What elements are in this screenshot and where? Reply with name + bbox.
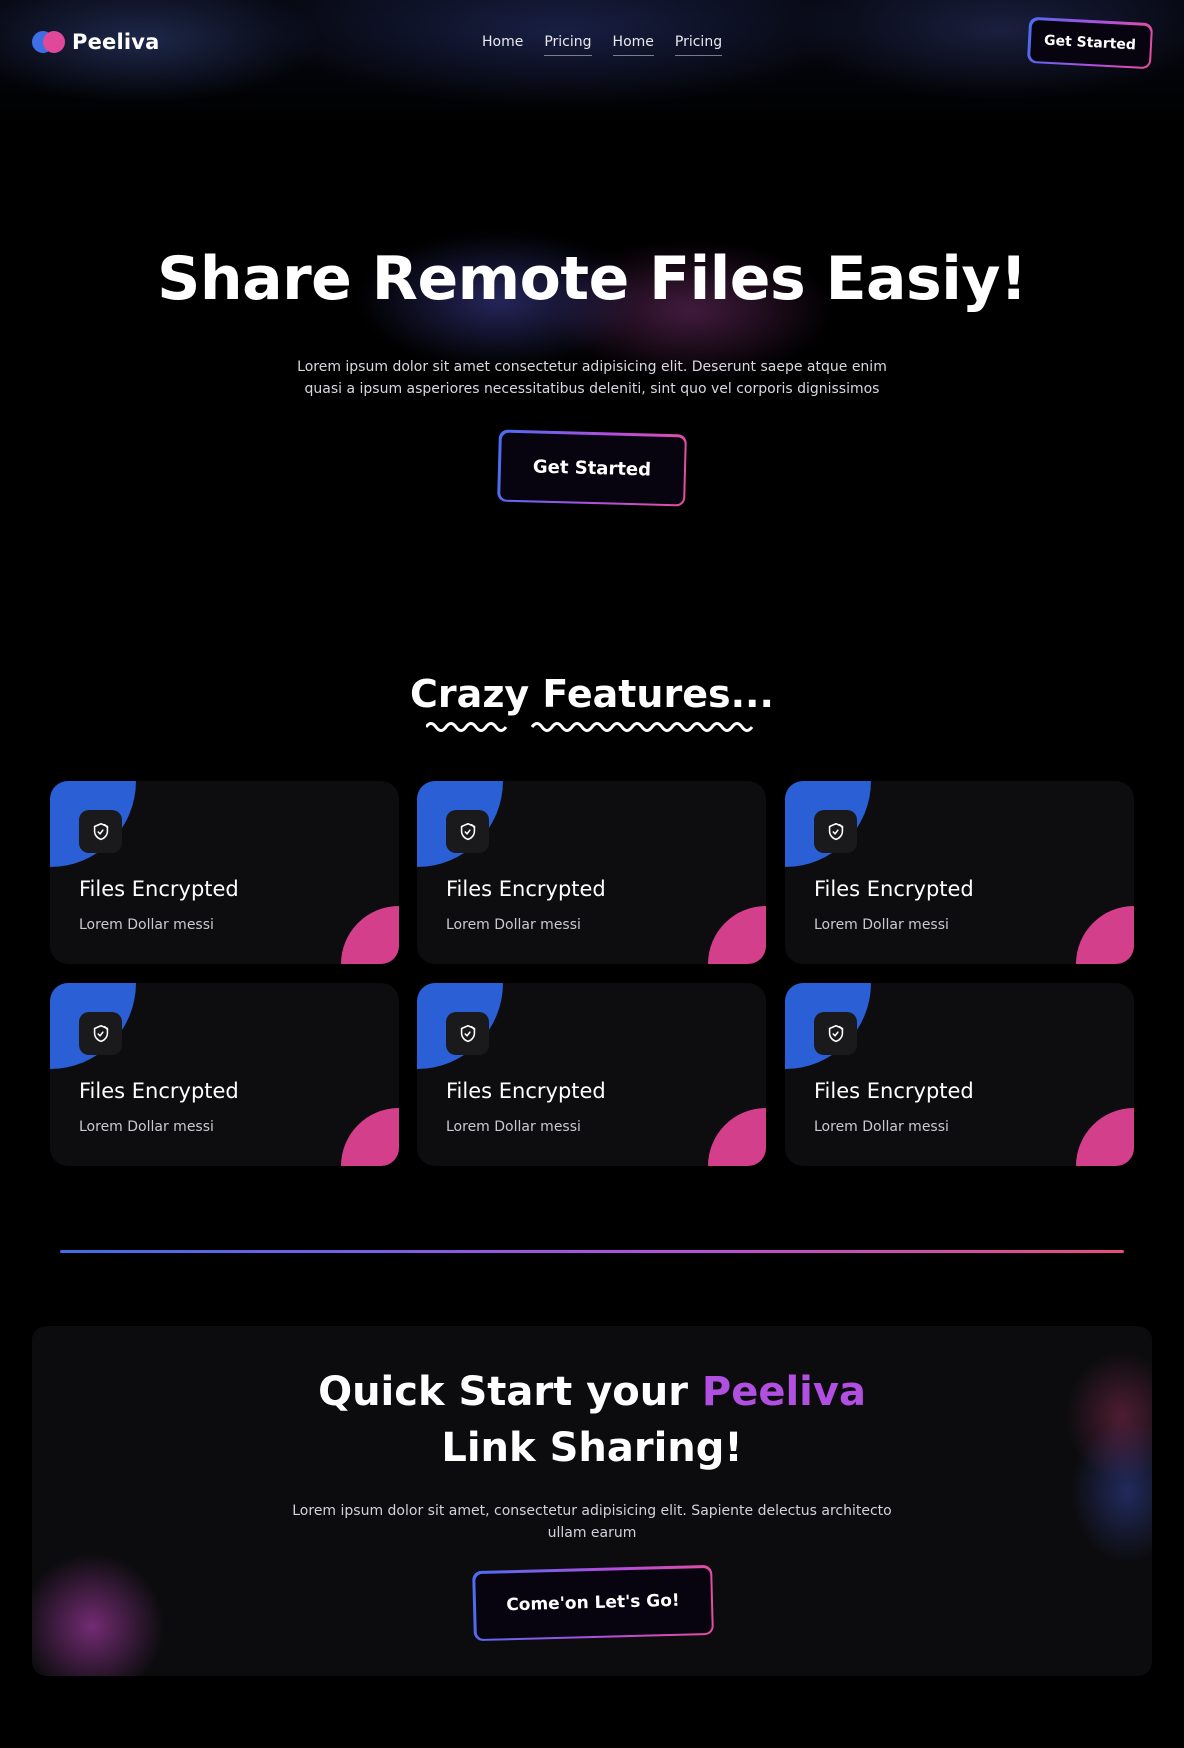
card-title: Files Encrypted	[79, 877, 239, 901]
feature-card: Files Encrypted Lorem Dollar messi	[417, 781, 766, 964]
site-header: Peeliva Home Pricing Home Pricing	[0, 0, 1184, 130]
card-description: Lorem Dollar messi	[814, 917, 949, 933]
card-description: Lorem Dollar messi	[446, 1119, 581, 1135]
cta-title-brand: Peeliva	[701, 1369, 866, 1415]
feature-card: Files Encrypted Lorem Dollar messi	[50, 983, 399, 1166]
card-description: Lorem Dollar messi	[446, 917, 581, 933]
feature-card: Files Encrypted Lorem Dollar messi	[785, 983, 1134, 1166]
card-decoration-pink	[341, 906, 399, 964]
card-title: Files Encrypted	[79, 1079, 239, 1103]
features-title: Crazy Features...	[410, 672, 774, 716]
card-description: Lorem Dollar messi	[79, 917, 214, 933]
shield-edit-icon	[814, 1012, 857, 1055]
card-decoration-pink	[1076, 1108, 1134, 1166]
shield-edit-icon	[79, 1012, 122, 1055]
card-description: Lorem Dollar messi	[814, 1119, 949, 1135]
card-decoration-pink	[708, 1108, 766, 1166]
header-get-started-button[interactable]: Get Started	[1026, 16, 1154, 70]
card-decoration-pink	[708, 906, 766, 964]
brand-name: Peeliva	[72, 30, 160, 54]
nav-item-home[interactable]: Home	[612, 34, 654, 56]
hero-get-started-button[interactable]: Get Started	[497, 429, 687, 507]
card-title: Files Encrypted	[446, 877, 606, 901]
brand-logo[interactable]: Peeliva	[32, 30, 160, 54]
nav-item-pricing[interactable]: Pricing	[544, 34, 592, 56]
logo-mark-icon	[32, 31, 66, 53]
shield-edit-icon	[446, 810, 489, 853]
cta-title: Quick Start your Peeliva Link Sharing!	[318, 1369, 866, 1471]
card-title: Files Encrypted	[814, 877, 974, 901]
nav-item-pricing[interactable]: Pricing	[674, 34, 723, 56]
card-decoration-pink	[1076, 906, 1134, 964]
card-title: Files Encrypted	[446, 1079, 606, 1103]
hero-glow	[300, 190, 880, 450]
nav-item-home[interactable]: Home	[482, 34, 523, 56]
shield-edit-icon	[446, 1012, 489, 1055]
card-description: Lorem Dollar messi	[79, 1119, 214, 1135]
hero-title: Share Remote Files Easiy!	[157, 244, 1027, 314]
card-decoration-pink	[341, 1108, 399, 1166]
shield-edit-icon	[79, 810, 122, 853]
feature-card: Files Encrypted Lorem Dollar messi	[785, 781, 1134, 964]
card-title: Files Encrypted	[814, 1079, 974, 1103]
gradient-divider	[60, 1250, 1124, 1253]
hero-subtitle: Lorem ipsum dolor sit amet consectetur a…	[297, 359, 887, 397]
shield-edit-icon	[814, 810, 857, 853]
feature-card: Files Encrypted Lorem Dollar messi	[417, 983, 766, 1166]
cta-subtitle: Lorem ipsum dolor sit amet, consectetur …	[292, 1503, 892, 1541]
main-nav: Home Pricing Home Pricing	[482, 34, 723, 56]
cta-lets-go-button[interactable]: Come'on Let's Go!	[472, 1564, 714, 1642]
squiggle-underline	[426, 722, 754, 732]
feature-card: Files Encrypted Lorem Dollar messi	[50, 781, 399, 964]
